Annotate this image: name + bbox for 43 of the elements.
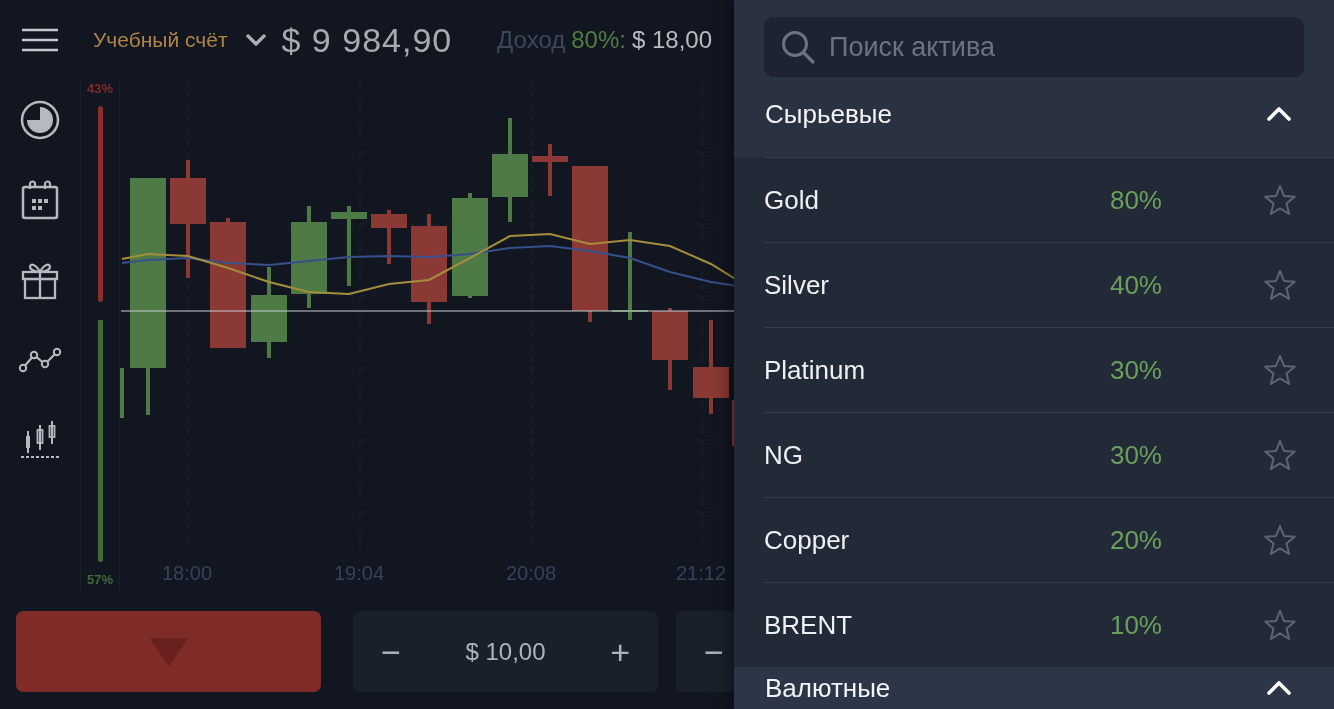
payout-percent: 80%: [1109, 184, 1162, 216]
search-field[interactable]: Поиск актива: [764, 17, 1304, 77]
star-icon[interactable]: [1263, 268, 1297, 302]
calendar-icon[interactable]: [20, 180, 60, 220]
star-icon[interactable]: [1263, 438, 1297, 472]
time-label: 20:08: [505, 562, 557, 584]
gauge-percent: 57%: [87, 572, 113, 588]
menu-icon[interactable]: [22, 28, 58, 52]
asset-name[interactable]: Silver: [764, 269, 829, 301]
minus-button[interactable]: −: [381, 631, 401, 672]
balance-amount: $ 9 984,90: [281, 20, 453, 60]
account-label[interactable]: Учебный счёт: [93, 28, 228, 52]
search-icon: [781, 30, 815, 64]
minus-button[interactable]: −: [704, 631, 724, 672]
asset-name[interactable]: Platinum: [764, 354, 866, 386]
star-icon[interactable]: [1263, 183, 1297, 217]
star-icon[interactable]: [1263, 523, 1297, 557]
chevron-down-icon[interactable]: [245, 34, 266, 46]
section-header[interactable]: Сырьевые: [734, 77, 1334, 157]
income-percent: 80%:: [571, 26, 626, 54]
payout-percent: 40%: [1109, 269, 1162, 301]
amount-value[interactable]: $ 10,00: [465, 637, 546, 666]
income-amount: $ 18,00: [631, 26, 712, 54]
time-label: 18:00: [161, 562, 213, 584]
candlestick-icon[interactable]: [20, 420, 60, 460]
asset-name[interactable]: Copper: [764, 524, 850, 556]
payout-percent: 20%: [1109, 524, 1162, 556]
time-label: 19:04: [333, 562, 385, 584]
asset-name[interactable]: Gold: [764, 184, 819, 216]
gauge-percent: 43%: [87, 81, 113, 97]
plus-button[interactable]: +: [610, 631, 630, 672]
asset-name[interactable]: BRENT: [764, 609, 853, 641]
star-icon[interactable]: [1263, 608, 1297, 642]
line-chart-icon[interactable]: [18, 347, 62, 373]
payout-percent: 30%: [1109, 439, 1162, 471]
time-label: 21:12: [675, 562, 727, 584]
asset-name[interactable]: NG: [764, 439, 803, 471]
star-icon[interactable]: [1263, 353, 1297, 387]
payout-percent: 30%: [1109, 354, 1162, 386]
section-header[interactable]: Валютные: [734, 667, 1334, 709]
pie-chart-icon[interactable]: [20, 100, 60, 140]
income-label: Доход: [497, 26, 566, 54]
payout-percent: 10%: [1109, 609, 1162, 641]
